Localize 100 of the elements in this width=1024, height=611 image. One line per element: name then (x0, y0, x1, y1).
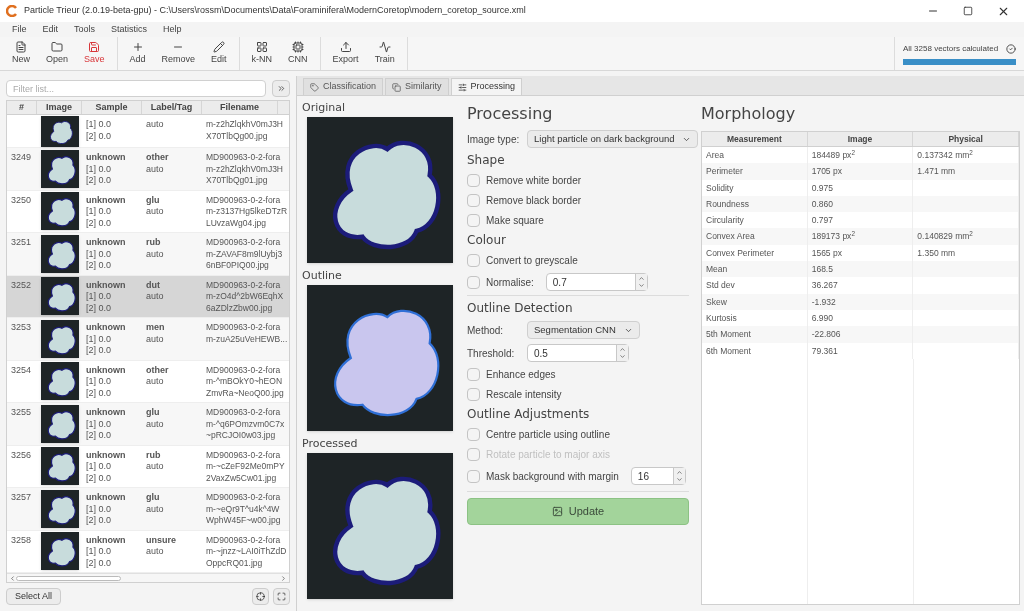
checkbox[interactable] (467, 214, 480, 227)
table-row[interactable]: 3255 unknown [1] 0.0 [2] 0.0 glu auto MD900963-0-2-fora m-^q6POmzvm0C7x ~pRCJOI0w03.jpg (7, 403, 289, 446)
table-cell-text: dut auto (146, 279, 165, 303)
status-text: All 3258 vectors calculated (903, 42, 999, 55)
maximize-icon[interactable] (963, 6, 973, 16)
table-row[interactable]: 3257 unknown [1] 0.0 [2] 0.0 glu auto MD900963-0-2-fora m-~eQr9T^u4k^4W WphW45F~w00.jpg (7, 488, 289, 531)
table-row[interactable]: 3250 unknown [1] 0.0 [2] 0.0 glu auto MD900963-0-2-fora m-z3137Hg5lkeDTzR LUvzaWg04.jpg (7, 190, 289, 233)
table-cell-text: unknown [1] 0.0 [2] 0.0 (86, 364, 127, 399)
toolbar-button[interactable]: Save (76, 40, 113, 67)
dropdown[interactable]: Light particle on dark background (527, 130, 699, 148)
checkbox-label: Remove black border (486, 194, 582, 208)
table-cell: 1705 px (811, 166, 842, 177)
table-row[interactable]: 3251 unknown [1] 0.0 [2] 0.0 rub auto MD900963-0-2-fora m-ZAVAF8m9lUybj3 6nBF0PIQ00.jpg (7, 233, 289, 276)
group-heading: Outline Adjustments (467, 407, 591, 422)
checkbox-label: Remove white border (486, 174, 582, 188)
dropdown[interactable]: Segmentation CNN (527, 321, 640, 339)
toolbar-button[interactable]: Open (38, 40, 77, 67)
window-title: Particle Trieur (2.0.19-beta-gpu) - C:\Users\rossm\Documents\Data\Foraminifera\ModernCoretop\modern_coretop_source.xml (24, 4, 526, 18)
particle-thumbnail (40, 404, 79, 443)
table-cell: 0.860 (811, 198, 833, 209)
table-row[interactable]: [1] 0.0 [2] 0.0 auto m-z2hZlqkhV0mJ3H X70TlbQg00.jpg (7, 115, 289, 148)
tab[interactable]: Classification (303, 78, 384, 95)
column-header[interactable]: Filename (202, 101, 278, 114)
table-cell-text: unknown [1] 0.0 [2] 0.0 (86, 152, 127, 187)
menu-item[interactable]: Help (163, 22, 182, 37)
checkbox[interactable] (467, 388, 480, 401)
double-chevron-icon (276, 84, 286, 93)
fullscreen-button[interactable] (273, 588, 290, 605)
table-cell: 3257 (11, 492, 32, 502)
table-cell: 0.137342 mm$^{2}$ (917, 150, 973, 160)
menu-item[interactable]: Edit (42, 22, 59, 37)
table-cell-text: m-z2hZlqkhV0mJ3H X70TlbQg00.jpg (206, 119, 284, 142)
table-cell: 3250 (11, 194, 32, 205)
table-cell-text: glu auto (146, 194, 165, 218)
checkbox[interactable] (467, 428, 480, 441)
column-header[interactable]: Image (37, 101, 82, 114)
checkbox[interactable] (467, 275, 480, 289)
table-cell: MD900963-0-2-fora m-~cZeF92Me0mPY 2VaxZw5Cw01.jpg (206, 449, 286, 484)
particle-thumbnail (40, 362, 79, 401)
table-cell: Convex Perimeter (706, 247, 775, 258)
column-header[interactable]: # (7, 101, 37, 114)
table-row[interactable]: 3249 unknown [1] 0.0 [2] 0.0 other auto MD900963-0-2-fora m-z2hZlqkhV0mJ3H X70TlbQg01.jpg (7, 148, 289, 191)
column-header[interactable]: Physical (913, 132, 1019, 146)
table-cell: 5th Moment (706, 329, 751, 340)
toolbar-button[interactable]: Train (366, 40, 403, 67)
toolbar-button[interactable]: Edit (203, 40, 235, 67)
toolbar-button[interactable]: Remove (153, 40, 204, 67)
table-cell: 3249 (11, 152, 32, 162)
checkbox[interactable] (467, 174, 480, 187)
folder-icon (51, 40, 64, 53)
menu-item[interactable]: File (12, 22, 27, 37)
image-title: Processed (302, 436, 359, 452)
horizontal-scrollbar[interactable] (7, 573, 289, 582)
toolbar-button[interactable]: CNN (280, 40, 316, 67)
number-field[interactable]: 0.5 (527, 344, 629, 362)
field-label: Threshold: (467, 346, 516, 361)
menu-item[interactable]: Tools (74, 22, 96, 37)
column-header[interactable]: Sample (82, 101, 142, 114)
table-row[interactable]: 3253 unknown [1] 0.0 [2] 0.0 men auto MD900963-0-2-fora m-zuA25uVeHEWB... (7, 318, 289, 361)
column-header[interactable]: Label/Tag (142, 101, 202, 114)
column-header[interactable]: Measurement (702, 132, 808, 146)
select-all-button[interactable]: Select All (6, 588, 62, 605)
toolbar-button[interactable]: New (4, 40, 38, 67)
table-cell: MD900963-0-2-fora m-z3137Hg5lkeDTzR LUvzaWg04.jpg (206, 194, 286, 229)
update-button[interactable]: Update (467, 498, 689, 525)
toolbar-button[interactable]: k-NN (243, 40, 281, 67)
table-cell: Mean (706, 264, 728, 275)
column-header[interactable]: Image (807, 132, 914, 146)
menu-item[interactable]: Statistics (111, 22, 148, 37)
tab[interactable]: Processing (450, 78, 523, 95)
number-field[interactable]: 0.7 (545, 273, 648, 291)
checkbox-label: Convert to greyscale (486, 254, 578, 268)
checkbox[interactable] (467, 368, 480, 381)
particle-thumbnail (40, 447, 79, 486)
table-row[interactable]: 3252 unknown [1] 0.0 [2] 0.0 dut auto MD900963-0-2-fora m-zO4d^2bW6EqhX 6aZDlzZbw00.jpg (7, 275, 289, 318)
table-cell: 184489 px$^{2}$ (811, 150, 855, 160)
field-label: Image type: (467, 132, 521, 147)
table-cell: 1565 px (811, 247, 842, 258)
document-icon (15, 40, 27, 53)
image-title: Outline (302, 268, 343, 284)
filter-field[interactable]: Filter list... (6, 80, 266, 97)
table-cell: Convex Area (706, 231, 755, 242)
table-cell: 3256 (11, 449, 32, 460)
toolbar-button[interactable]: Export (324, 40, 367, 67)
checkbox[interactable] (467, 469, 480, 483)
table-cell: 1.471 mm (917, 166, 956, 177)
table-cell: MD900963-0-2-fora m-^q6POmzvm0C7x ~pRCJOI0w03.jpg (206, 407, 286, 442)
centre-button[interactable] (252, 588, 269, 605)
table-row[interactable]: 3256 unknown [1] 0.0 [2] 0.0 rub auto MD900963-0-2-fora m-~cZeF92Me0mPY 2VaxZw5Cw01.jpg (7, 445, 289, 488)
table-cell: 0.797 (811, 215, 833, 226)
tab[interactable]: Similarity (385, 78, 449, 95)
number-field[interactable]: 16 (630, 467, 686, 485)
sliders-icon (457, 82, 467, 92)
plus-icon (131, 40, 144, 53)
toolbar-button[interactable]: Add (121, 40, 154, 67)
table-row[interactable]: 3258 unknown [1] 0.0 [2] 0.0 unsure auto MD900963-0-2-fora m-~jnzz~LAI0iThZdD OppcRQ01.jpg (7, 530, 289, 573)
checkbox[interactable] (467, 254, 480, 267)
expand-button[interactable] (272, 80, 290, 97)
checkbox[interactable] (467, 194, 480, 207)
table-row[interactable]: 3254 unknown [1] 0.0 [2] 0.0 other auto MD900963-0-2-fora m-^mBOkY0~hEON ZmvRa~NeoQ00.jpg (7, 360, 289, 403)
